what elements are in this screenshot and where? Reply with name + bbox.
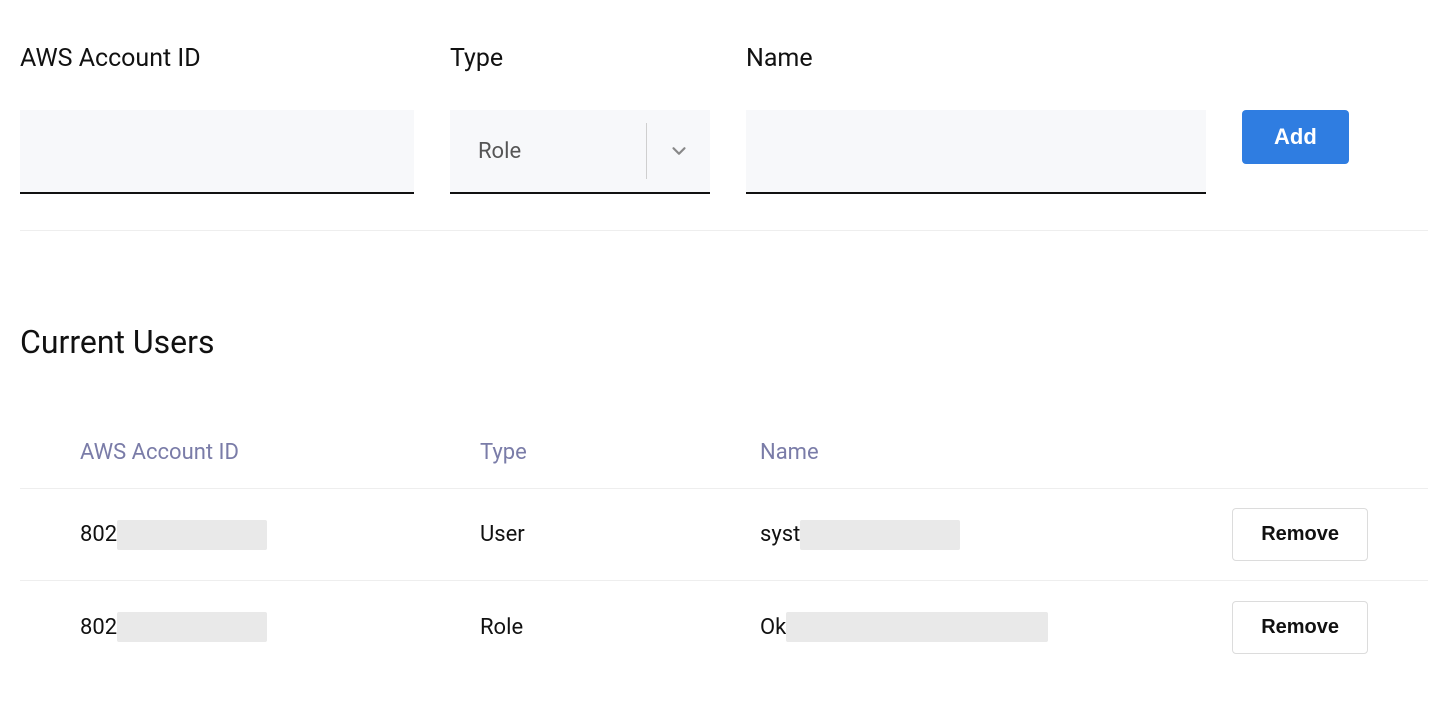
chevron-down-icon bbox=[646, 123, 710, 179]
users-table-header: AWS Account ID Type Name bbox=[20, 417, 1428, 489]
account-id-prefix: 802 bbox=[80, 615, 117, 640]
cell-name: syst bbox=[760, 520, 1230, 550]
col-name: Name bbox=[760, 440, 1230, 465]
aws-account-id-field: AWS Account ID bbox=[20, 44, 414, 194]
type-select[interactable]: Role bbox=[450, 110, 710, 194]
name-field: Name bbox=[746, 44, 1206, 194]
cell-action: Remove bbox=[1230, 508, 1368, 561]
cell-type: Role bbox=[480, 615, 760, 640]
table-row: 802 Role Ok Remove bbox=[20, 581, 1428, 673]
cell-account: 802 bbox=[80, 520, 480, 550]
add-button[interactable]: Add bbox=[1242, 110, 1349, 164]
remove-button[interactable]: Remove bbox=[1232, 601, 1368, 654]
type-label: Type bbox=[450, 44, 710, 74]
col-account: AWS Account ID bbox=[80, 440, 480, 465]
col-type: Type bbox=[480, 440, 760, 465]
cell-account: 802 bbox=[80, 612, 480, 642]
redacted-block bbox=[117, 520, 267, 550]
type-select-value: Role bbox=[478, 139, 521, 164]
aws-account-id-input[interactable] bbox=[20, 110, 414, 194]
name-label: Name bbox=[746, 44, 1206, 74]
current-users-heading: Current Users bbox=[20, 323, 1428, 361]
redacted-block bbox=[117, 612, 267, 642]
remove-button[interactable]: Remove bbox=[1232, 508, 1368, 561]
name-prefix: syst bbox=[760, 522, 800, 547]
users-table: AWS Account ID Type Name 802 User syst R… bbox=[20, 417, 1428, 673]
table-row: 802 User syst Remove bbox=[20, 489, 1428, 581]
add-user-form: AWS Account ID Type Role Name Add bbox=[20, 0, 1428, 231]
add-button-area: Add bbox=[1242, 44, 1349, 164]
redacted-block bbox=[800, 520, 960, 550]
aws-account-id-label: AWS Account ID bbox=[20, 44, 414, 74]
name-input[interactable] bbox=[746, 110, 1206, 194]
cell-name: Ok bbox=[760, 612, 1230, 642]
redacted-block bbox=[786, 612, 1048, 642]
account-id-prefix: 802 bbox=[80, 522, 117, 547]
name-prefix: Ok bbox=[760, 615, 786, 640]
type-field: Type Role bbox=[450, 44, 710, 194]
cell-type: User bbox=[480, 522, 760, 547]
cell-action: Remove bbox=[1230, 601, 1368, 654]
